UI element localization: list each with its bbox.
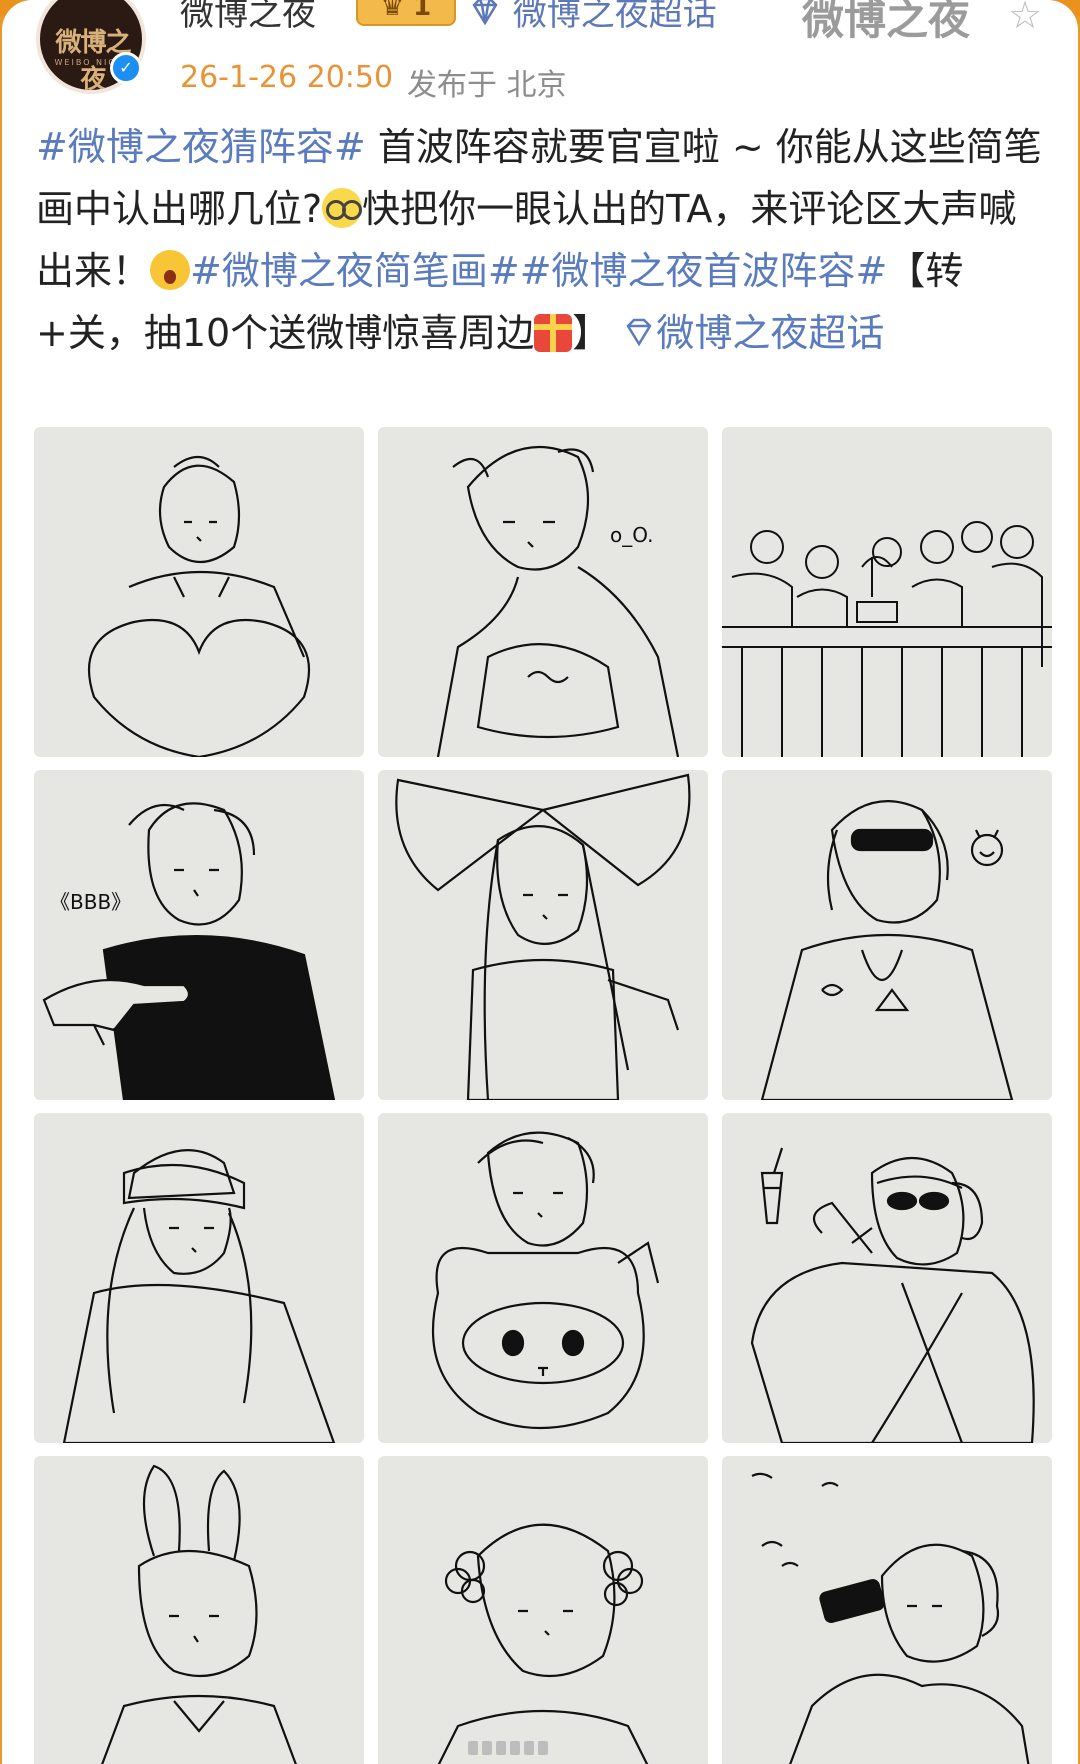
diamond-icon — [472, 0, 498, 26]
sketch-image-flower-girl[interactable] — [378, 1456, 708, 1764]
loading-indicator — [468, 1740, 618, 1760]
post-text-segment: 】 — [572, 311, 611, 355]
post-body: #微博之夜猜阵容# 首波阵容就要官宣啦 ~ 你能从这些简笔画中认出哪几位? 快把你… — [36, 116, 1046, 364]
shouting-emoji-icon — [150, 250, 191, 290]
loading-dot — [524, 1741, 534, 1755]
glasses-emoji-icon — [322, 188, 363, 228]
loading-dot — [482, 1741, 492, 1755]
sketch-image-helmet-girl[interactable] — [34, 1113, 364, 1443]
post-card: 微博之夜 WEIBO NIGHT ✓ 微博之夜 ♛ 1 微博之夜超话 微博之夜 … — [2, 0, 1078, 1764]
sketch-image-bow-girl[interactable] — [378, 770, 708, 1100]
loading-dot — [538, 1741, 548, 1755]
brand-watermark: 微博之夜 — [802, 0, 971, 44]
sketch-image-sunglasses-man[interactable] — [722, 770, 1052, 1100]
loading-dot — [510, 1741, 520, 1755]
sketch-image-armor-man[interactable]: o_O. — [378, 427, 708, 757]
supertopic-inline-link[interactable]: 微博之夜超话 — [622, 311, 884, 355]
star-icon[interactable]: ☆ — [1004, 0, 1046, 36]
level-badge: ♛ 1 — [356, 0, 456, 26]
hashtag-sketch[interactable]: #微博之夜简笔画# — [190, 249, 520, 293]
post-location: 发布于 北京 — [407, 68, 567, 103]
verified-badge-icon: ✓ — [110, 52, 142, 84]
level-number: 1 — [413, 0, 432, 22]
loading-dot — [468, 1741, 478, 1755]
username[interactable]: 微博之夜 — [180, 0, 316, 35]
supertopic-header-label: 微博之夜超话 — [512, 0, 717, 34]
loading-dot — [496, 1741, 506, 1755]
sketch-image-plush-boy[interactable] — [378, 1113, 708, 1443]
post-header: 微博之夜 WEIBO NIGHT ✓ 微博之夜 ♛ 1 微博之夜超话 微博之夜 … — [2, 0, 1078, 110]
hashtag-guess-lineup[interactable]: #微博之夜猜阵容# — [36, 125, 366, 169]
image-grid: o_O. 《BBB》 — [34, 427, 1052, 1764]
image-caption-oo: o_O. — [610, 523, 654, 547]
post-timestamp: 26-1-26 20:50 — [180, 60, 394, 95]
supertopic-inline-label: 微博之夜超话 — [656, 311, 885, 355]
hashtag-first-lineup[interactable]: #微博之夜首波阵容# — [520, 249, 888, 293]
gift-emoji-icon — [534, 314, 573, 352]
crown-icon: ♛ — [380, 0, 405, 22]
image-caption-bbb: 《BBB》 — [50, 890, 132, 914]
sketch-image-phone-girl[interactable] — [722, 1456, 1052, 1764]
sketch-image-group[interactable] — [722, 427, 1052, 757]
sketch-image-pointing-man[interactable]: 《BBB》 — [34, 770, 364, 1100]
diamond-icon — [626, 318, 652, 347]
sketch-image-headset-man[interactable] — [722, 1113, 1052, 1443]
sketch-image-bunny-ears-man[interactable] — [34, 1456, 364, 1764]
supertopic-header-link[interactable]: 微博之夜超话 — [468, 0, 717, 35]
sketch-image-heart-girl[interactable] — [34, 427, 364, 757]
